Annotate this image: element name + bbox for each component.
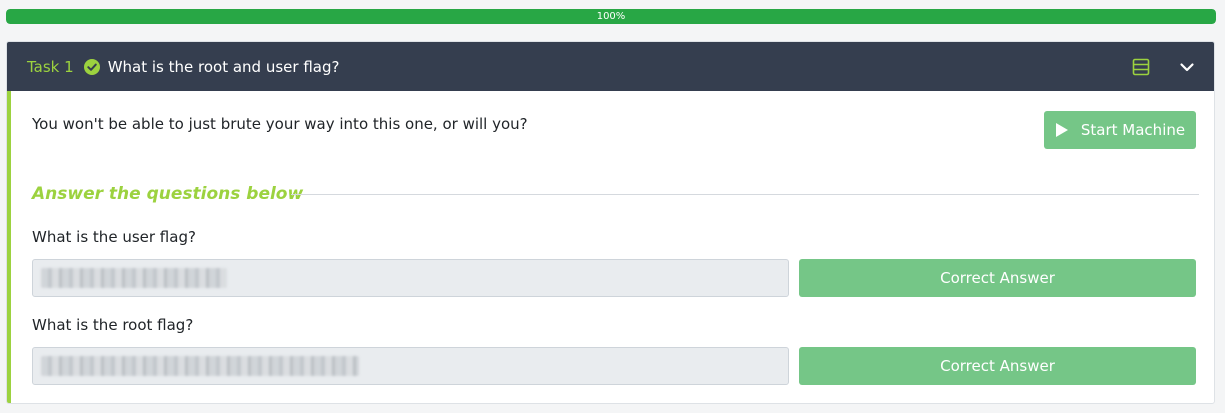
task-card: Task 1 What is the root and user flag? Y… <box>6 41 1215 404</box>
redacted-answer <box>41 268 227 288</box>
progress-label: 100% <box>596 11 626 22</box>
task-body: You won't be able to just brute your way… <box>7 91 1214 403</box>
task-header[interactable]: Task 1 What is the root and user flag? <box>7 42 1214 91</box>
progress-bar: 100% <box>6 9 1216 24</box>
header-actions <box>1132 58 1195 76</box>
play-icon <box>1055 122 1069 138</box>
task-title: What is the root and user flag? <box>107 57 340 76</box>
user-flag-submit-button[interactable]: Correct Answer <box>799 259 1196 297</box>
chevron-down-icon[interactable] <box>1179 59 1195 75</box>
task-number: Task 1 <box>27 57 74 76</box>
start-machine-button[interactable]: Start Machine <box>1044 111 1196 149</box>
user-flag-answer-field[interactable] <box>32 259 789 297</box>
question-label-root: What is the root flag? <box>32 316 194 334</box>
check-circle-icon <box>83 58 100 75</box>
root-flag-submit-button[interactable]: Correct Answer <box>799 347 1196 385</box>
task-description: You won't be able to just brute your way… <box>32 115 528 133</box>
start-machine-label: Start Machine <box>1080 121 1186 139</box>
heading-divider <box>291 194 1199 195</box>
answers-heading: Answer the questions below <box>32 184 304 204</box>
redacted-answer <box>41 356 359 376</box>
progress-fill: 100% <box>6 9 1216 24</box>
list-icon[interactable] <box>1132 58 1150 76</box>
root-flag-answer-field[interactable] <box>32 347 789 385</box>
question-label-user: What is the user flag? <box>32 228 196 246</box>
